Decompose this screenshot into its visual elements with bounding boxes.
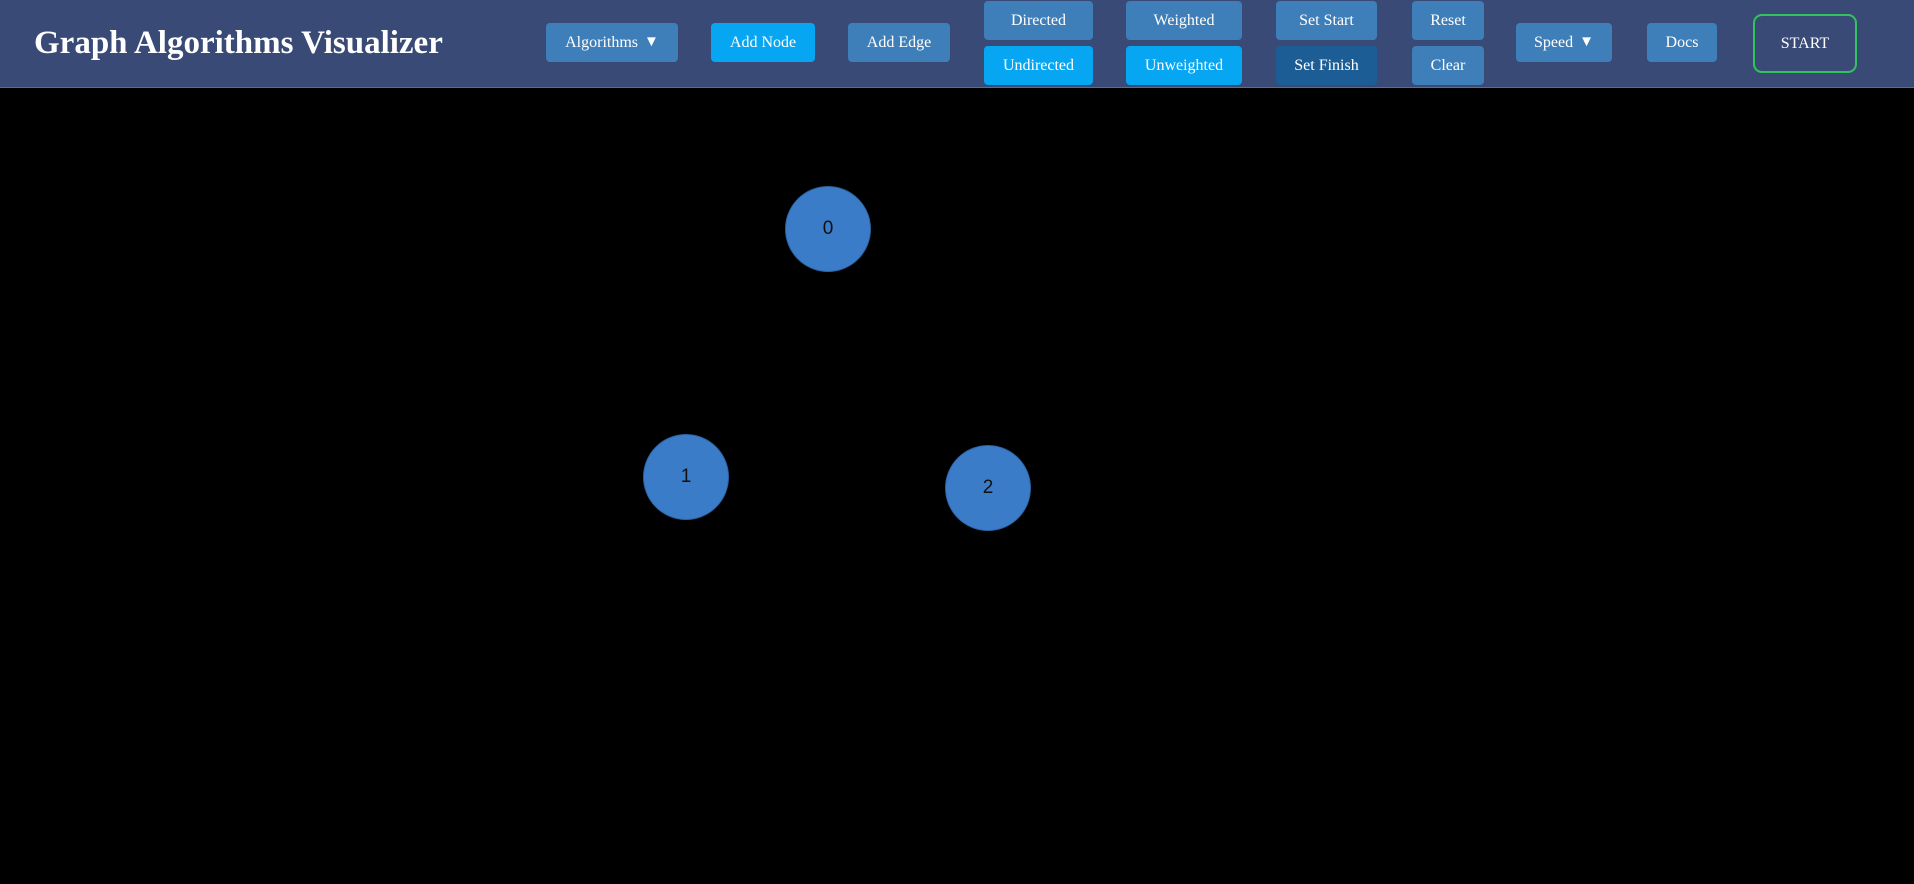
dropdown-caret-icon: ▼	[1579, 34, 1594, 50]
add-edge-button[interactable]: Add Edge	[848, 23, 950, 62]
graph-node[interactable]: 1	[643, 434, 729, 520]
docs-button[interactable]: Docs	[1647, 23, 1717, 62]
algorithms-dropdown-button[interactable]: Algorithms ▼	[546, 23, 678, 62]
speed-label: Speed	[1534, 33, 1574, 51]
algorithms-label: Algorithms	[565, 33, 639, 51]
graph-node[interactable]: 0	[785, 186, 871, 272]
navbar: Graph Algorithms Visualizer Algorithms ▼…	[0, 0, 1914, 88]
clear-button[interactable]: Clear	[1412, 46, 1484, 85]
weighted-button[interactable]: Weighted	[1126, 1, 1242, 40]
speed-dropdown-button[interactable]: Speed ▼	[1516, 23, 1612, 62]
graph-node[interactable]: 2	[945, 445, 1031, 531]
app-title: Graph Algorithms Visualizer	[34, 25, 443, 61]
set-start-button[interactable]: Set Start	[1276, 1, 1377, 40]
start-button[interactable]: START	[1753, 14, 1857, 73]
undirected-button[interactable]: Undirected	[984, 46, 1093, 85]
directed-button[interactable]: Directed	[984, 1, 1093, 40]
dropdown-caret-icon: ▼	[644, 34, 659, 50]
reset-button[interactable]: Reset	[1412, 1, 1484, 40]
graph-canvas[interactable]: 0 1 2	[0, 88, 1914, 884]
set-finish-button[interactable]: Set Finish	[1276, 46, 1377, 85]
add-node-button[interactable]: Add Node	[711, 23, 815, 62]
unweighted-button[interactable]: Unweighted	[1126, 46, 1242, 85]
